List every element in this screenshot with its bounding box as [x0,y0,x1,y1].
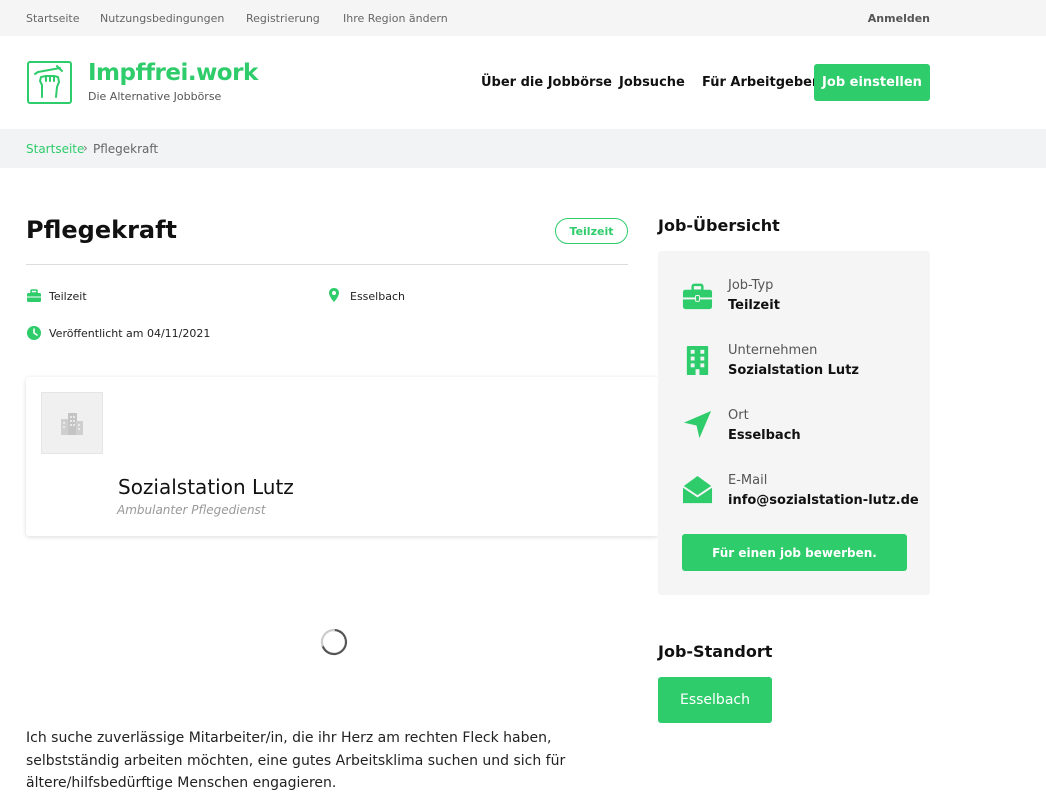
apply-button[interactable]: Für einen job bewerben. [682,534,907,571]
overview-label-unternehmen: Unternehmen [728,343,818,358]
title-divider [26,264,628,265]
overview-label-job-typ: Job-Typ [728,278,774,293]
briefcase-icon [682,283,713,310]
top-bar: Startseite Nutzungsbedingungen Registrie… [0,0,1046,36]
company-name[interactable]: Sozialstation Lutz [118,475,294,499]
toplink-registrierung[interactable]: Registrierung [246,12,320,25]
job-location-title: Job-Standort [658,642,773,661]
job-description: Ich suche zuverlässige Mitarbeiter/in, d… [26,730,566,791]
envelope-open-icon [682,475,713,504]
breadcrumb-home-link[interactable]: Startseite [26,142,84,156]
brand-tagline: Die Alternative Jobbörse [88,90,222,103]
nav-fuer-arbeitgeber[interactable]: Für Arbeitgeber [702,75,818,90]
overview-value-job-typ: Teilzeit [728,298,780,313]
meta-job-type: Teilzeit [49,290,87,303]
buildings-icon [61,413,83,435]
toplink-nutzungsbedingungen[interactable]: Nutzungsbedingungen [100,12,224,25]
breadcrumb-current: Pflegekraft [93,142,159,156]
breadcrumb: Startseite › Pflegekraft [0,129,1046,168]
logo-icon[interactable] [27,61,72,104]
brand-name[interactable]: Impffrei.work [88,60,258,86]
company-subtitle: Ambulanter Pflegedienst [117,503,266,517]
job-overview-title: Job-Übersicht [658,216,780,235]
loading-spinner-icon [320,628,348,656]
job-einstellen-button[interactable]: Job einstellen [814,64,930,101]
meta-location: Esselbach [350,290,405,303]
job-overview-panel: Job-Typ Teilzeit Unternehmen Sozialstati… [658,251,930,595]
company-logo-placeholder [41,392,103,454]
clock-icon [27,326,41,340]
location-arrow-icon [683,410,712,439]
site-header: Impffrei.work Die Alternative Jobbörse Ü… [0,36,1046,129]
overview-value-unternehmen: Sozialstation Lutz [728,363,859,378]
toplink-region-aendern[interactable]: Ihre Region ändern [343,12,448,25]
login-link[interactable]: Anmelden [868,12,930,25]
job-type-badge: Teilzeit [555,218,628,244]
overview-value-email[interactable]: info@sozialstation-lutz.de [728,493,919,508]
company-card: Sozialstation Lutz Ambulanter Pflegedien… [26,377,659,536]
overview-label-ort: Ort [728,408,749,423]
job-title: Pflegekraft [26,216,178,244]
briefcase-icon [27,289,41,302]
overview-value-ort: Esselbach [728,428,801,443]
toplink-startseite[interactable]: Startseite [26,12,80,25]
building-icon [686,345,709,376]
overview-label-email: E-Mail [728,473,768,488]
meta-published: Veröffentlicht am 04/11/2021 [49,327,211,340]
nav-jobsuche[interactable]: Jobsuche [619,75,685,90]
map-marker-icon [329,288,339,302]
nav-ueber-die-jobboerse[interactable]: Über die Jobbörse [481,75,612,90]
job-location-button[interactable]: Esselbach [658,677,772,723]
breadcrumb-separator: › [83,141,88,155]
